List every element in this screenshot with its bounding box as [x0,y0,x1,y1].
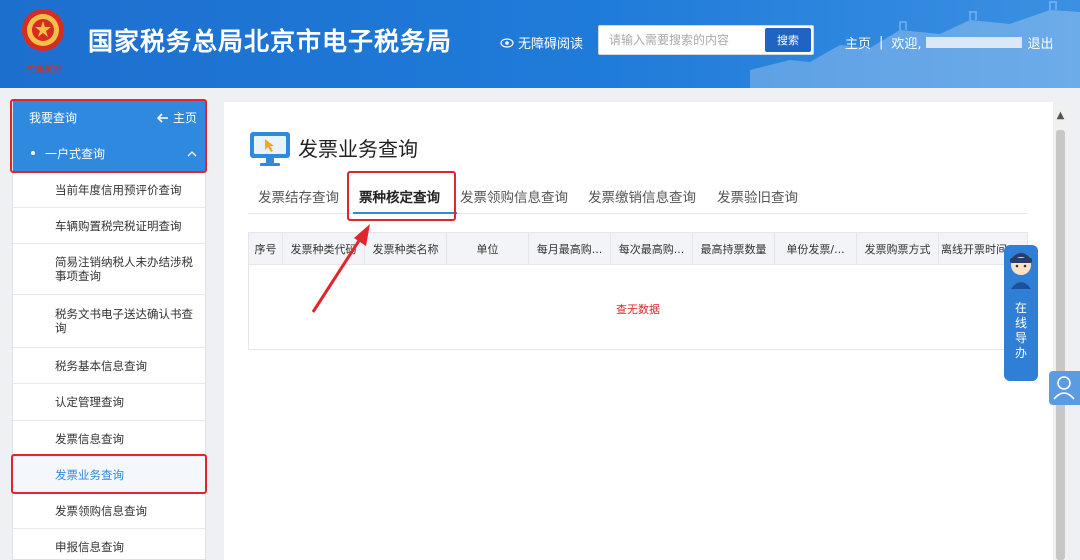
scrollbar-thumb[interactable] [1056,130,1065,560]
sidebar-group-yihushi[interactable]: 一户式查询 [13,134,205,172]
sidebar-item-invoice-info[interactable]: 发票信息查询 [13,421,205,457]
return-arrow-icon [156,112,168,123]
column-header: 单份发票/... [775,233,857,264]
guide-avatar-icon [1010,253,1032,289]
site-title: 国家税务总局北京市电子税务局 [88,27,453,56]
sidebar-item-label: 税务基本信息查询 [55,358,147,373]
sidebar-home-link[interactable]: 主页 [156,109,197,126]
empty-state-text: 查无数据 [616,303,660,316]
monitor-cursor-icon [250,132,290,166]
search-button[interactable]: 搜索 [765,28,811,52]
welcome-text: 欢迎, [891,37,922,52]
sidebar: 我要查询 主页 一户式查询 当前年度信用预评价查询 车辆购置税完税证明查询 简易… [12,100,206,560]
link-separator: | [879,35,884,50]
vertical-scrollbar[interactable]: ▲ [1053,102,1068,560]
user-icon [1053,376,1075,400]
tab-invoice-stock[interactable]: 发票结存查询 [258,186,339,206]
search-box: 搜索 [598,25,814,55]
search-input[interactable] [599,26,759,54]
user-float-button[interactable] [1049,371,1080,405]
main-panel: 发票业务查询 发票结存查询 票种核定查询 发票领购信息查询 发票缴销信息查询 发… [224,102,1053,560]
column-header: 每次最高购... [611,233,693,264]
bullet-dot [31,151,35,155]
chevron-up-icon [187,150,197,156]
sidebar-item-vehicle-tax-cert[interactable]: 车辆购置税完税证明查询 [13,208,205,244]
accessibility-label: 无障碍阅读 [518,37,584,52]
sidebar-item-label: 认定管理查询 [55,395,124,409]
sidebar-item-basic-info[interactable]: 税务基本信息查询 [13,348,205,384]
sidebar-item-credit-eval[interactable]: 当前年度信用预评价查询 [13,172,205,208]
accessibility-toggle[interactable]: 无障碍阅读 [500,33,583,52]
top-links: 主页 | 欢迎, 退出 [845,33,1054,52]
sidebar-item-e-delivery-confirm[interactable]: 税务文书电子送达确认书查询 [13,295,205,348]
column-header: 离线开票时间 [941,242,1007,256]
tab-invoice-cancellation-info[interactable]: 发票缴销信息查询 [588,186,696,206]
sidebar-header: 我要查询 主页 [13,101,205,134]
sidebar-item-declaration[interactable]: 申报信息查询 [13,529,205,559]
masked-username [925,37,1022,48]
sidebar-item-invoice-business[interactable]: 发票业务查询 [13,457,205,493]
page-title: 发票业务查询 [298,137,418,161]
column-header: 发票种类代码 [283,233,365,264]
logout-link[interactable]: 退出 [1028,33,1054,52]
active-tab-underline [353,212,457,214]
sidebar-item-label: 申报信息查询 [55,539,124,554]
eye-icon [500,37,514,48]
tab-bar: 发票结存查询 票种核定查询 发票领购信息查询 发票缴销信息查询 发票验旧查询 [248,180,1028,214]
sidebar-item-simple-deregistration[interactable]: 简易注销纳税人未办结涉税事项查询 [13,244,205,295]
column-header: 发票种类名称 [365,233,447,264]
column-header: 最高持票数量 [693,233,775,264]
sidebar-item-label: 当前年度信用预评价查询 [55,182,182,197]
results-table: 序号 发票种类代码 发票种类名称 单位 每月最高购... 每次最高购... 最高… [248,232,1028,350]
tax-emblem-icon: 中国税务 [22,9,64,75]
column-header: 序号 [249,233,283,264]
scroll-up-arrow-icon[interactable]: ▲ [1053,110,1068,121]
sidebar-item-invoice-purchase[interactable]: 发票领购信息查询 [13,493,205,529]
sidebar-home-label: 主页 [172,111,197,125]
tab-invoice-purchase-info[interactable]: 发票领购信息查询 [460,186,568,206]
table-header: 序号 发票种类代码 发票种类名称 单位 每月最高购... 每次最高购... 最高… [249,233,1027,265]
site-header: 中国税务 国家税务总局北京市电子税务局 无障碍阅读 搜索 主页 | 欢迎, 退出 [0,0,1080,88]
online-guide-label: 在线导办 [1014,301,1027,360]
column-header: 发票购票方式 [857,233,939,264]
online-guide-widget[interactable]: 在线导办 [1004,245,1038,381]
sidebar-item-certification[interactable]: 认定管理查询 [13,384,205,421]
sidebar-item-label: 发票信息查询 [55,431,124,446]
home-link[interactable]: 主页 [845,33,871,52]
tab-invoice-verification[interactable]: 发票验旧查询 [717,186,798,206]
column-header: 每月最高购... [529,233,611,264]
sidebar-item-label: 发票业务查询 [55,467,124,482]
sidebar-item-label: 发票领购信息查询 [55,503,147,518]
tab-ticket-type-approval[interactable]: 票种核定查询 [359,186,440,206]
svg-text:中国税务: 中国税务 [25,64,62,75]
column-header: 单位 [447,233,529,264]
sidebar-group-label: 一户式查询 [45,146,106,161]
sidebar-item-label: 车辆购置税完税证明查询 [55,218,182,233]
sidebar-item-label: 税务文书电子送达确认书查询 [55,307,193,335]
sidebar-header-label: 我要查询 [29,111,78,125]
sidebar-item-label: 简易注销纳税人未办结涉税事项查询 [55,255,193,283]
